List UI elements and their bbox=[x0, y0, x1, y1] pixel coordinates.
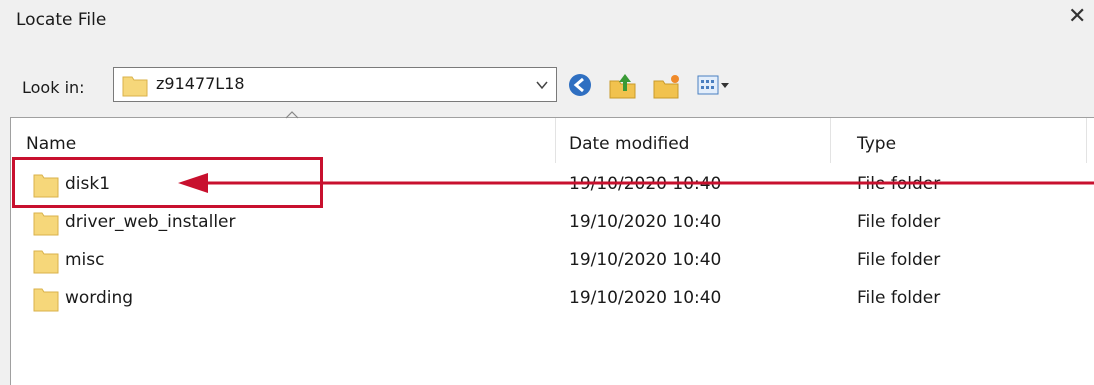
annotation-arrow bbox=[178, 173, 1094, 193]
